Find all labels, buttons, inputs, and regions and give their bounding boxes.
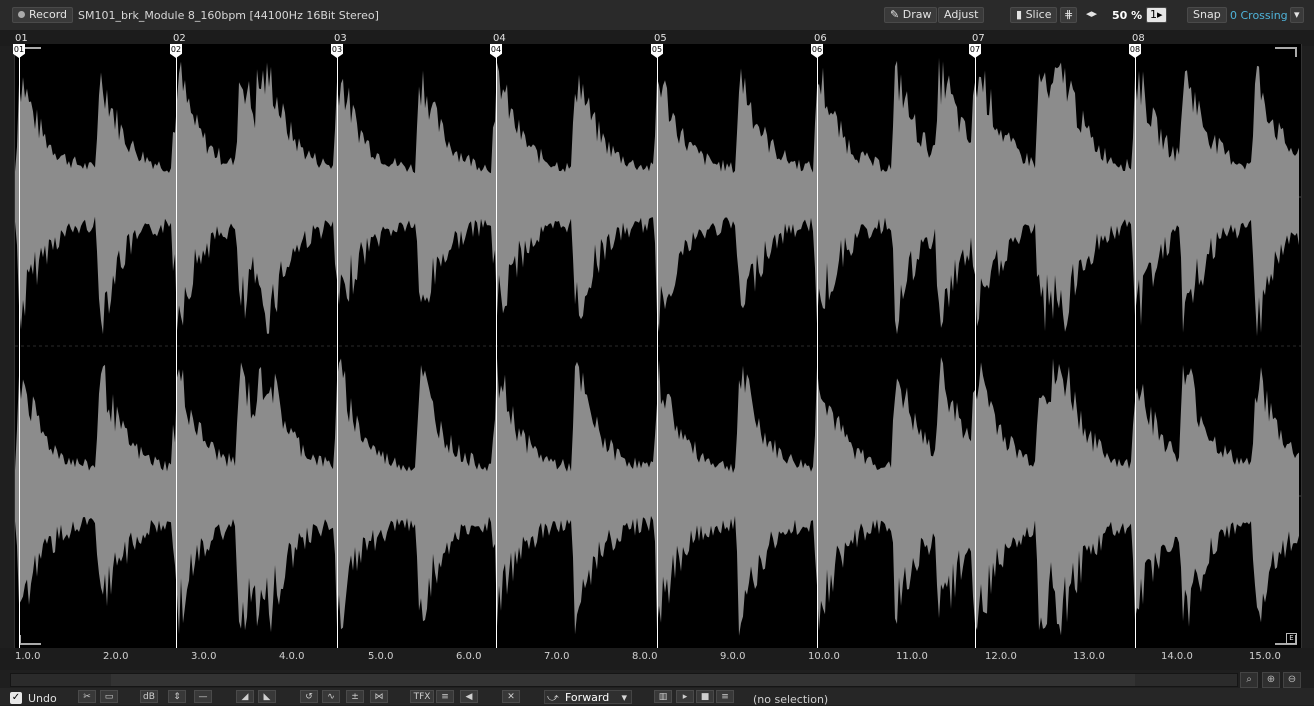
selection-status: (no selection) [753, 693, 829, 706]
time-label: 14.0.0 [1161, 651, 1193, 662]
time-label: 1.0.0 [15, 651, 41, 662]
invert-icon[interactable]: ∿ [322, 690, 340, 703]
end-marker-icon[interactable]: E [1286, 633, 1297, 644]
slice-label: Slice [1025, 8, 1052, 21]
zoom-arrows[interactable]: ◂▸ [1086, 7, 1097, 23]
time-ruler[interactable]: 1.0.0 2.0.0 3.0.0 4.0.0 5.0.0 6.0.0 7.0.… [0, 648, 1314, 670]
slice-line[interactable] [817, 44, 818, 648]
time-label: 2.0.0 [103, 651, 129, 662]
speaker-icon[interactable]: ◀ [460, 690, 478, 703]
bar-label: 01 [15, 33, 28, 44]
waveform-display [15, 57, 1301, 636]
undo-label: Undo [28, 692, 57, 705]
pencil-icon: ✎ [890, 8, 903, 21]
grid-icon: ⋕ [1064, 8, 1074, 21]
snap-mode-value[interactable]: 0 Crossing [1230, 9, 1288, 22]
undo-checkbox[interactable]: ✓ [10, 692, 22, 704]
slice-marker-icon: ▮ [1016, 8, 1026, 21]
bar-label: 04 [493, 33, 506, 44]
slice-line[interactable] [176, 44, 177, 648]
cut-icon[interactable]: ✂ [78, 690, 96, 703]
fade-out-icon[interactable]: ◣ [258, 690, 276, 703]
zoom-value[interactable]: 50 % [1112, 9, 1142, 22]
menu-icon[interactable]: ≡ [716, 690, 734, 703]
copy-icon[interactable]: ▭ [100, 690, 118, 703]
time-label: 3.0.0 [191, 651, 217, 662]
time-label: 7.0.0 [544, 651, 570, 662]
playback-direction-select[interactable]: ⤻ Forward ▾ [544, 690, 632, 704]
draw-button[interactable]: ✎ Draw [884, 7, 938, 23]
loop-start-bottom-handle[interactable] [19, 635, 41, 645]
time-label: 12.0.0 [985, 651, 1017, 662]
play-mode-icon: 1▸ [1150, 8, 1163, 21]
record-dot-icon [18, 11, 25, 18]
sample-title: SM101_brk_Module 8_160bpm [44100Hz 16Bit… [78, 9, 379, 22]
chevron-down-icon: ▾ [1294, 8, 1300, 21]
bar-label: 08 [1132, 33, 1145, 44]
direction-icon: ⤻ [547, 691, 559, 704]
time-label: 8.0.0 [632, 651, 658, 662]
snap-dropdown[interactable]: ▾ [1290, 7, 1304, 23]
loop-end-top-handle[interactable] [1275, 47, 1297, 57]
time-label: 13.0.0 [1073, 651, 1105, 662]
record-label: Record [29, 8, 68, 21]
stop-icon[interactable]: ■ [696, 690, 714, 703]
time-label: 11.0.0 [896, 651, 928, 662]
zoom-reset-icon[interactable]: ⊖ [1283, 672, 1301, 688]
playback-mode-button[interactable]: 1▸ [1146, 7, 1167, 23]
dc-offset-icon[interactable]: ± [346, 690, 364, 703]
time-label: 10.0.0 [808, 651, 840, 662]
top-toolbar: Record SM101_brk_Module 8_160bpm [44100H… [0, 0, 1314, 31]
draw-label: Draw [902, 8, 932, 21]
grid-toggle-button[interactable]: ⋕ [1060, 7, 1078, 23]
zoom-vertical-icon[interactable]: ⊕ [1262, 672, 1280, 688]
slice-line[interactable] [1135, 44, 1136, 648]
slice-button[interactable]: ▮ Slice [1010, 7, 1058, 23]
zoom-arrows-icon: ◂▸ [1086, 7, 1098, 20]
time-label: 6.0.0 [456, 651, 482, 662]
slice-line[interactable] [496, 44, 497, 648]
tfx-button[interactable]: TFX [410, 690, 434, 703]
adjust-label: Adjust [944, 8, 979, 21]
fade-in-icon[interactable]: ◢ [236, 690, 254, 703]
time-label: 15.0.0 [1249, 651, 1281, 662]
scrollbar-thumb[interactable] [111, 674, 1135, 686]
snap-label: Snap [1193, 8, 1221, 21]
bar-label: 05 [654, 33, 667, 44]
bar-label: 06 [814, 33, 827, 44]
keyboard-icon[interactable]: ▥ [654, 690, 672, 703]
silence-icon[interactable]: — [194, 690, 212, 703]
waveform-view[interactable]: E 01 02 03 04 05 06 07 08 [13, 44, 1302, 648]
time-label: 9.0.0 [720, 651, 746, 662]
play-icon[interactable]: ▸ [676, 690, 694, 703]
slice-line[interactable] [975, 44, 976, 648]
bar-label: 03 [334, 33, 347, 44]
zoom-search-icon[interactable]: ⌕ [1240, 672, 1258, 688]
slice-line[interactable] [657, 44, 658, 648]
slice-line[interactable] [337, 44, 338, 648]
bar-label: 02 [173, 33, 186, 44]
slice-line[interactable] [19, 44, 20, 648]
clear-icon[interactable]: ✕ [502, 690, 520, 703]
crossfade-icon[interactable]: ⋈ [370, 690, 388, 703]
playback-direction-value: Forward [565, 691, 610, 704]
list-icon[interactable]: ≡ [436, 690, 454, 703]
horizontal-scrollbar[interactable] [10, 673, 1238, 687]
adjust-button[interactable]: Adjust [938, 7, 985, 23]
snap-button[interactable]: Snap [1187, 7, 1227, 23]
bar-label: 07 [972, 33, 985, 44]
time-label: 4.0.0 [279, 651, 305, 662]
normalize-icon[interactable]: ⇕ [168, 690, 186, 703]
reverse-icon[interactable]: ↺ [300, 690, 318, 703]
db-adjust-icon[interactable]: dB [140, 690, 158, 703]
chevron-down-icon: ▾ [621, 691, 627, 704]
time-label: 5.0.0 [368, 651, 394, 662]
record-button[interactable]: Record [12, 7, 74, 23]
